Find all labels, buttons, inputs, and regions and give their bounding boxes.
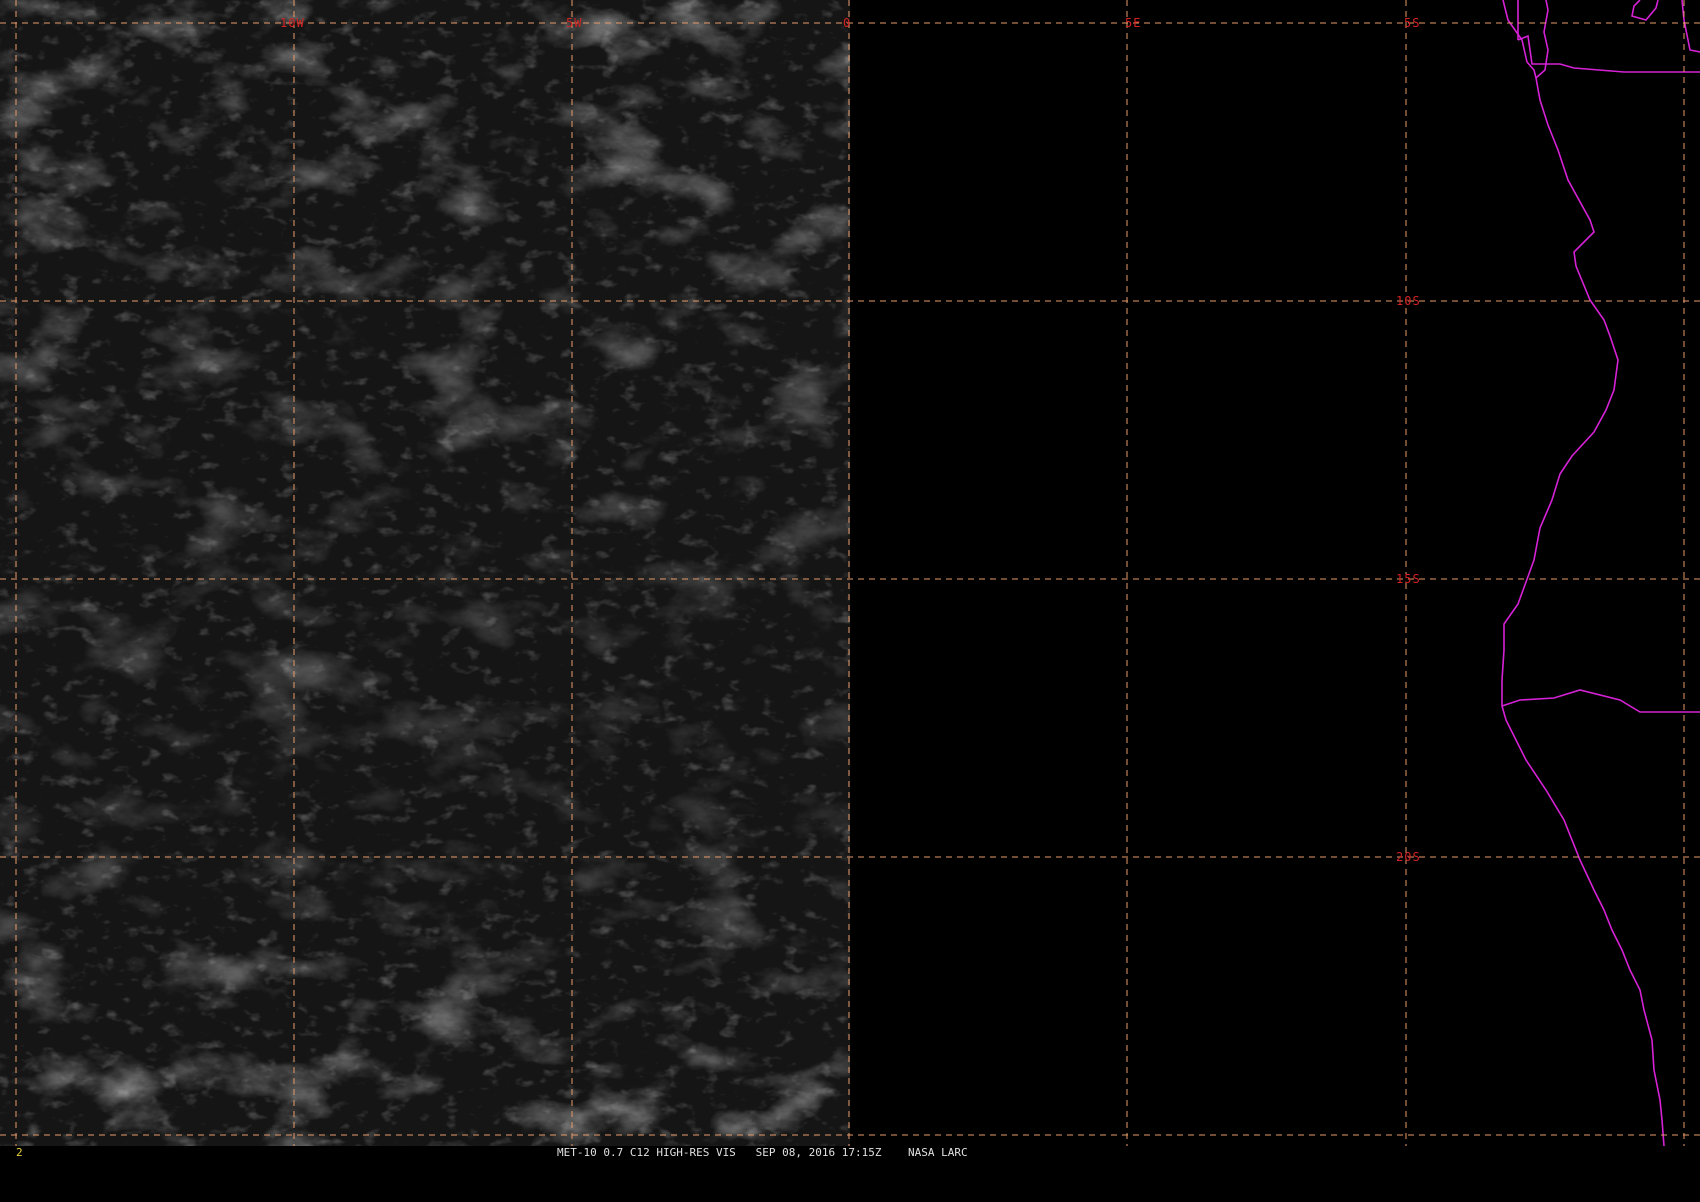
africa-coastline bbox=[1501, 0, 1665, 1147]
frame-number: 2 bbox=[16, 1146, 23, 1159]
lat-label-15s: 15S bbox=[1396, 572, 1421, 586]
image-caption: MET-10 0.7 C12 HIGH-RES VIS SEP 08, 2016… bbox=[557, 1146, 968, 1159]
coastline bbox=[1501, 0, 1700, 1147]
lon-label-5e: 5E bbox=[1125, 16, 1141, 30]
lon-label-10w: 10W bbox=[280, 16, 305, 30]
status-bar: 2 MET-10 0.7 C12 HIGH-RES VIS SEP 08, 20… bbox=[0, 1146, 1700, 1160]
country-border-south bbox=[1501, 689, 1700, 713]
lon-label-0: 0 bbox=[843, 16, 851, 30]
lat-label-10s: 10S bbox=[1396, 294, 1421, 308]
lat-label-5s: 5S bbox=[1404, 16, 1420, 30]
country-border-east bbox=[1681, 0, 1700, 53]
cloud-field bbox=[0, 0, 850, 1146]
country-border-west bbox=[1517, 0, 1659, 40]
lat-label-20s: 20S bbox=[1396, 850, 1421, 864]
satellite-image-canvas: 10W 5W 0 5E 5S 10S 15S 20S bbox=[0, 0, 1700, 1147]
lon-label-5w: 5W bbox=[566, 16, 582, 30]
satellite-image-viewer: 10W 5W 0 5E 5S 10S 15S 20S 2 MET-10 0.7 … bbox=[0, 0, 1700, 1160]
